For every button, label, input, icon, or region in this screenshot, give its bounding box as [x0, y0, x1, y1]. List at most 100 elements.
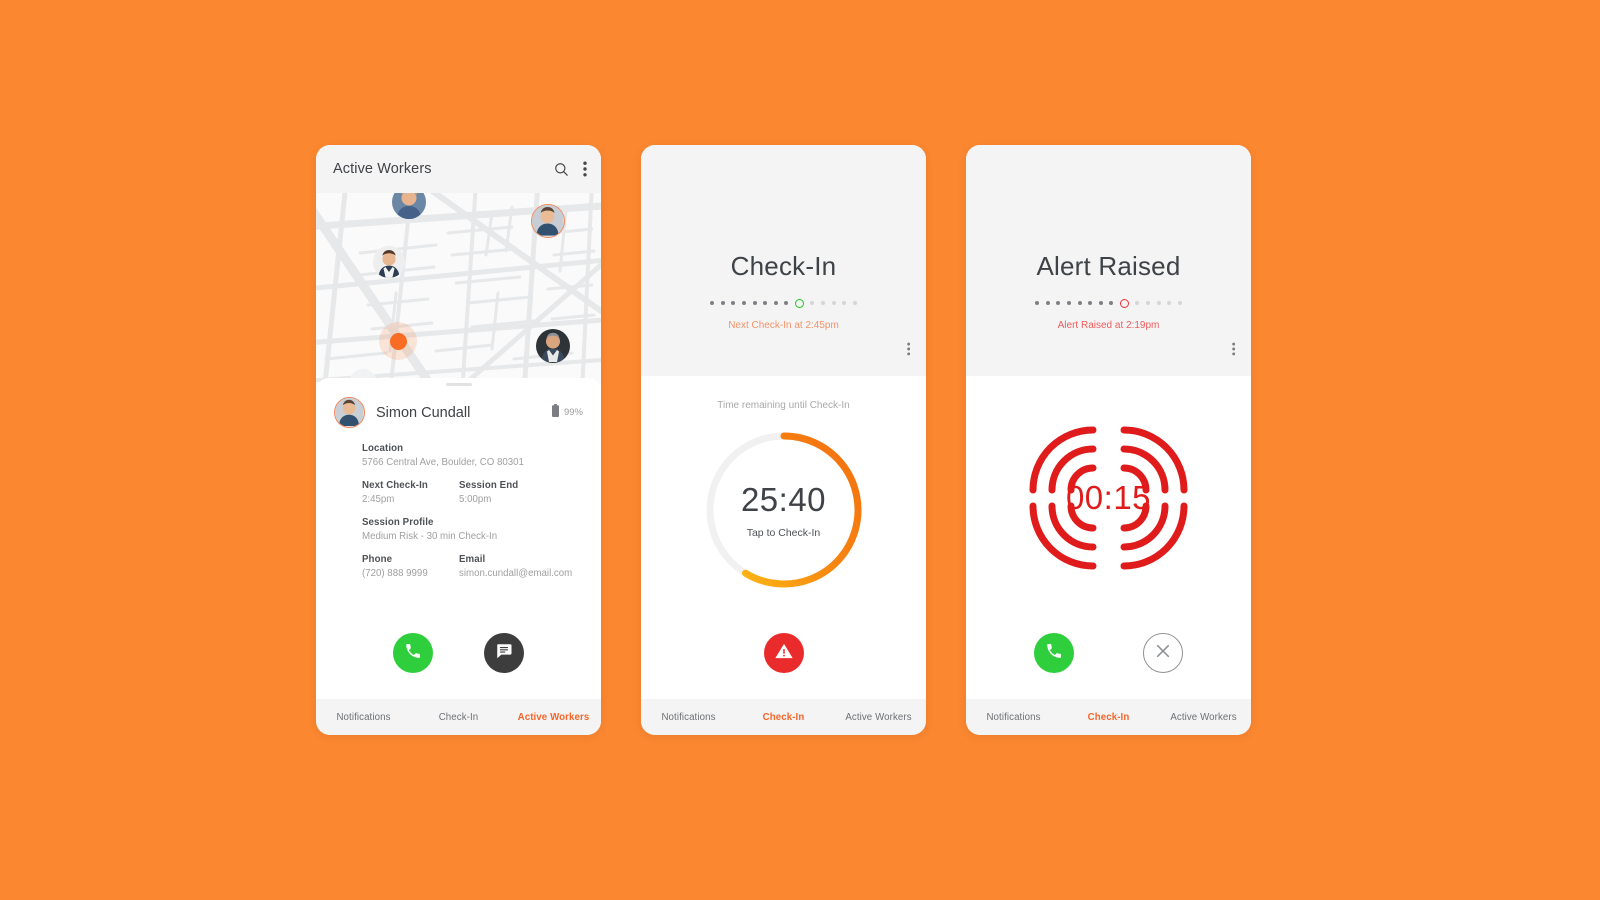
alert-countdown: 00:15	[1065, 479, 1152, 516]
alert-header-panel: Alert Raised Alert Raised at 2:19pm	[966, 145, 1251, 376]
progress-dot-future	[1135, 301, 1140, 305]
progress-dot-past	[1045, 301, 1050, 305]
cancel-alert-button[interactable]	[1142, 633, 1183, 673]
worker-map[interactable]	[316, 193, 601, 385]
field-label: Session End	[459, 480, 519, 491]
field-next-checkin: Next Check-In 2:45pm	[362, 480, 459, 505]
avatar	[334, 397, 365, 428]
tab-active-workers[interactable]: Active Workers	[831, 712, 926, 723]
worker-name: Simon Cundall	[376, 404, 471, 421]
phone-alert-raised: Alert Raised Alert Raised at 2:19pm 00:1…	[966, 145, 1251, 735]
progress-dot-future	[831, 301, 836, 305]
field-session-profile: Session Profile Medium Risk - 30 min Che…	[362, 517, 583, 542]
progress-dot-current	[1119, 298, 1129, 308]
sheet-grabber[interactable]	[445, 383, 472, 386]
close-icon	[1153, 641, 1173, 666]
app-bar-actions	[554, 161, 587, 177]
next-check-in-label: Next Check-In at 2:45pm	[728, 320, 839, 331]
field-value: 5766 Central Ave, Boulder, CO 80301	[362, 457, 524, 468]
check-in-timer-dial[interactable]: 25:40 Tap to Check-In	[700, 426, 868, 594]
field-label: Email	[459, 554, 486, 565]
worker-avatar-4[interactable]	[536, 329, 570, 363]
overflow-menu-icon[interactable]	[906, 342, 910, 361]
call-button[interactable]	[393, 633, 434, 673]
progress-dot-future	[842, 301, 847, 305]
timer-value: 25:40	[740, 481, 827, 518]
progress-dot-past	[752, 301, 757, 305]
field-location: Location 5766 Central Ave, Boulder, CO 8…	[362, 443, 583, 468]
progress-dot-past	[773, 301, 778, 305]
tab-check-in[interactable]: Check-In	[1061, 712, 1156, 723]
chat-icon	[495, 642, 513, 665]
phone-icon	[1045, 642, 1063, 665]
check-in-actions	[641, 633, 926, 673]
overflow-menu-icon[interactable]	[1231, 342, 1235, 361]
alert-body: 00:15	[966, 376, 1251, 699]
progress-dot-future	[1177, 301, 1182, 305]
field-row-schedule: Next Check-In 2:45pm Session End 5:00pm	[362, 480, 583, 505]
field-value: simon.cundall@email.com	[459, 568, 573, 579]
phone-check-in: Check-In Next Check-In at 2:45pm Time re…	[641, 145, 926, 735]
overflow-menu-icon[interactable]	[583, 161, 587, 177]
bottom-tab-bar: Notifications Check-In Active Workers	[641, 699, 926, 735]
progress-dot-past	[710, 301, 715, 305]
field-value: 2:45pm	[362, 494, 395, 505]
message-button[interactable]	[483, 633, 524, 673]
worker-header: Simon Cundall 99%	[334, 397, 583, 428]
field-label: Location	[362, 443, 404, 454]
field-session-end: Session End 5:00pm	[459, 480, 583, 505]
progress-dot-past	[1035, 301, 1040, 305]
progress-dot-past	[741, 301, 746, 305]
alert-actions	[966, 633, 1251, 673]
field-row-contact: Phone (720) 888 9999 Email simon.cundall…	[362, 554, 583, 579]
page-title: Alert Raised	[1036, 251, 1181, 281]
check-in-body: Time remaining until Check-In 25:40 Tap …	[641, 376, 926, 699]
progress-dot-future	[821, 301, 826, 305]
progress-dot-past	[720, 301, 725, 305]
page-title: Check-In	[730, 251, 837, 281]
tab-active-workers[interactable]: Active Workers	[506, 712, 601, 723]
progress-dot-past	[763, 301, 768, 305]
call-button[interactable]	[1034, 633, 1075, 673]
progress-dot-future	[1167, 301, 1172, 305]
progress-dot-past	[784, 301, 789, 305]
field-label: Session Profile	[362, 517, 434, 528]
alert-siren-graphic: 00:15	[1021, 418, 1196, 578]
tab-check-in[interactable]: Check-In	[411, 712, 506, 723]
progress-dot-past	[731, 301, 736, 305]
page-title: Active Workers	[333, 161, 432, 177]
tab-notifications[interactable]: Notifications	[316, 712, 411, 723]
progress-dot-past	[1056, 301, 1061, 305]
tab-check-in[interactable]: Check-In	[736, 712, 831, 723]
tab-notifications[interactable]: Notifications	[966, 712, 1061, 723]
phone-icon	[404, 642, 422, 665]
timer-caption: Time remaining until Check-In	[717, 400, 850, 411]
field-value: (720) 888 9999	[362, 568, 428, 579]
progress-dot-future	[852, 301, 857, 305]
warning-triangle-icon	[774, 641, 794, 666]
search-icon[interactable]	[554, 162, 569, 177]
raise-alert-button[interactable]	[763, 633, 804, 673]
field-email: Email simon.cundall@email.com	[459, 554, 583, 579]
bottom-tab-bar: Notifications Check-In Active Workers	[966, 699, 1251, 735]
worker-detail-sheet: Simon Cundall 99% Location 5766 Central …	[316, 378, 601, 699]
phone-active-workers: Active Workers Simon Cundall 99% Locatio…	[316, 145, 601, 735]
field-label: Next Check-In	[362, 480, 428, 491]
field-value: Medium Risk - 30 min Check-In	[362, 531, 498, 542]
worker-avatar-2[interactable]	[531, 204, 565, 238]
check-in-progress-dots	[710, 298, 857, 308]
field-phone: Phone (720) 888 9999	[362, 554, 459, 579]
worker-avatar-3[interactable]	[373, 246, 405, 278]
progress-dot-past	[1109, 301, 1114, 305]
alert-progress-dots	[1035, 298, 1182, 308]
tab-notifications[interactable]: Notifications	[641, 712, 736, 723]
worker-avatar-1[interactable]	[392, 193, 426, 219]
progress-dot-past	[1066, 301, 1071, 305]
progress-dot-future	[810, 301, 815, 305]
tab-active-workers[interactable]: Active Workers	[1156, 712, 1251, 723]
timer-hint: Tap to Check-In	[746, 527, 821, 539]
progress-dot-current	[794, 298, 804, 308]
current-location-dot[interactable]	[379, 322, 417, 360]
worker-details: Location 5766 Central Ave, Boulder, CO 8…	[334, 443, 583, 579]
alert-raised-label: Alert Raised at 2:19pm	[1057, 320, 1160, 331]
